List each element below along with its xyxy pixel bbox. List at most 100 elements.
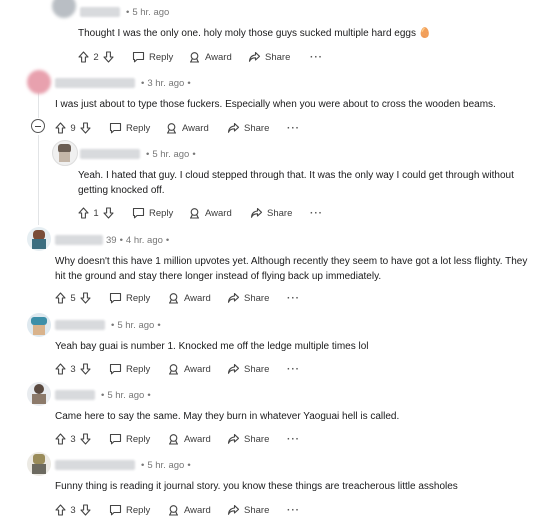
share-icon (227, 122, 240, 133)
reply-icon (109, 292, 122, 304)
upvote-icon[interactable] (55, 433, 66, 445)
award-icon (169, 293, 178, 304)
collapse-thread-button[interactable] (31, 119, 45, 133)
reply-button[interactable]: Reply (109, 361, 150, 377)
reply-icon (109, 363, 122, 375)
avatar[interactable] (52, 140, 78, 166)
downvote-icon[interactable] (103, 51, 114, 63)
award-icon (169, 364, 178, 375)
reply-icon (132, 207, 145, 219)
upvote-icon[interactable] (55, 504, 66, 516)
award-icon (169, 434, 178, 445)
share-button[interactable]: Share (227, 120, 269, 136)
upvote-icon[interactable] (55, 292, 66, 304)
more-options-button[interactable]: ··· (287, 361, 300, 377)
reply-icon (109, 433, 122, 445)
award-button[interactable]: Award (165, 120, 209, 136)
share-icon (250, 207, 263, 218)
share-button[interactable]: Share (227, 431, 269, 447)
comment-time: 4 hr. ago (125, 235, 163, 246)
reply-label: Reply (149, 207, 174, 219)
reply-button[interactable]: Reply (109, 290, 150, 306)
share-button[interactable]: Share (250, 205, 292, 221)
share-button[interactable]: Share (227, 290, 269, 306)
comment-time: 5 hr. ago (107, 390, 145, 401)
username[interactable] (80, 149, 140, 160)
comment-text: I was just about to type those fuckers. … (55, 99, 496, 110)
reply-button[interactable]: Reply (132, 49, 173, 65)
downvote-icon[interactable] (80, 363, 91, 375)
reply-label: Reply (126, 122, 151, 134)
username[interactable] (55, 78, 135, 89)
more-options-button[interactable]: ··· (287, 431, 300, 447)
share-button[interactable]: Share (248, 49, 290, 65)
share-label: Share (244, 363, 270, 375)
username[interactable] (55, 390, 95, 401)
username[interactable] (80, 7, 120, 18)
reply-icon (109, 122, 122, 134)
avatar[interactable] (27, 227, 51, 251)
reply-button[interactable]: Reply (109, 502, 150, 518)
comment-meta: 39 • 4 hr. ago • (55, 235, 172, 246)
avatar[interactable] (27, 382, 51, 406)
avatar[interactable] (52, 0, 76, 18)
upvote-icon[interactable] (55, 363, 66, 375)
reply-button[interactable]: Reply (132, 205, 173, 221)
comment-text: Yeah. I hated that guy. I cloud stepped … (78, 170, 514, 196)
downvote-icon[interactable] (80, 292, 91, 304)
more-options-button[interactable]: ··· (287, 290, 300, 306)
award-button[interactable]: Award (188, 205, 232, 221)
comment-meta: • 5 hr. ago • (55, 320, 164, 331)
avatar[interactable] (27, 313, 51, 337)
share-icon (227, 433, 240, 444)
comment-meta: • 5 hr. ago • (80, 149, 199, 160)
avatar[interactable] (27, 452, 51, 476)
downvote-icon[interactable] (80, 433, 91, 445)
award-button[interactable]: Award (167, 502, 211, 518)
username[interactable] (55, 235, 103, 246)
share-icon (248, 51, 261, 62)
more-options-button[interactable]: ··· (310, 49, 323, 65)
more-options-button[interactable]: ··· (310, 205, 323, 221)
comment-text: Came here to say the same. May they burn… (55, 411, 400, 422)
comment-meta: • 5 hr. ago • (55, 460, 194, 471)
comment-time: 5 hr. ago (117, 320, 155, 331)
comment-meta: • 5 hr. ago (80, 7, 169, 18)
upvote-icon[interactable] (78, 51, 89, 63)
vote-count: 3 (70, 433, 76, 445)
downvote-icon[interactable] (103, 207, 114, 219)
comment-time: 5 hr. ago (147, 460, 185, 471)
share-icon (227, 292, 240, 303)
username[interactable] (55, 460, 135, 471)
award-button[interactable]: Award (167, 361, 211, 377)
share-label: Share (265, 51, 291, 63)
upvote-icon[interactable] (55, 122, 66, 134)
reply-icon (132, 51, 145, 63)
reply-button[interactable]: Reply (109, 431, 150, 447)
award-button[interactable]: Award (188, 49, 232, 65)
avatar[interactable] (27, 70, 51, 94)
award-button[interactable]: Award (167, 431, 211, 447)
comment-text: Thought I was the only one. holy moly th… (78, 28, 432, 39)
award-label: Award (205, 207, 232, 219)
more-options-button[interactable]: ··· (287, 502, 300, 518)
reply-button[interactable]: Reply (109, 120, 150, 136)
award-label: Award (184, 292, 211, 304)
more-options-button[interactable]: ··· (287, 120, 300, 136)
share-button[interactable]: Share (227, 502, 269, 518)
comment-text: Why doesn't this have 1 million upvotes … (55, 256, 528, 282)
comment-text: Funny thing is reading it journal story.… (55, 481, 458, 492)
reply-icon (109, 504, 122, 516)
share-icon (227, 363, 240, 374)
share-button[interactable]: Share (227, 361, 269, 377)
award-label: Award (205, 51, 232, 63)
comment-time: 5 hr. ago (132, 7, 170, 18)
username-fragment: 39 (106, 235, 117, 246)
award-button[interactable]: Award (167, 290, 211, 306)
downvote-icon[interactable] (80, 122, 91, 134)
downvote-icon[interactable] (80, 504, 91, 516)
award-label: Award (184, 363, 211, 375)
username[interactable] (55, 320, 105, 331)
reply-label: Reply (126, 433, 151, 445)
upvote-icon[interactable] (78, 207, 89, 219)
